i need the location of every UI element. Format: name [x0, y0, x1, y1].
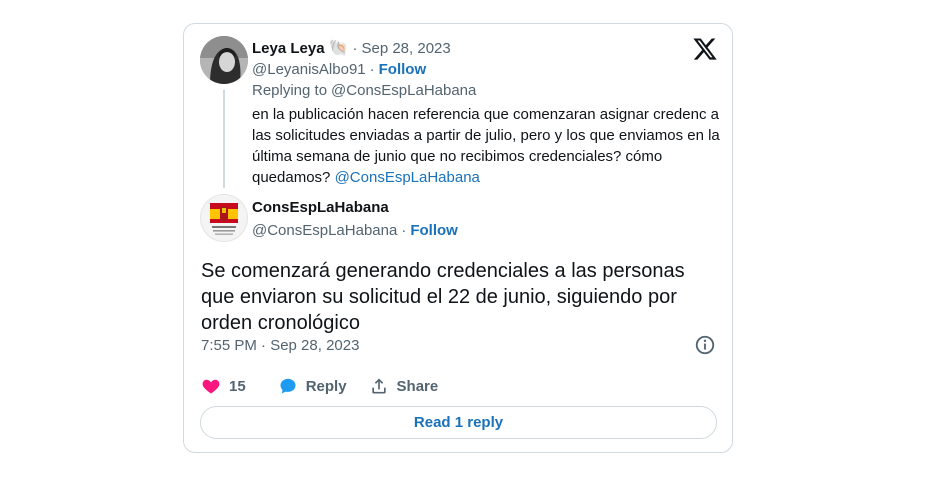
heart-icon [202, 379, 220, 394]
separator: · [369, 61, 375, 78]
share-label: Share [396, 377, 439, 395]
tweet-timestamp[interactable]: 7:55 PM · Sep 28, 2023 [201, 337, 359, 354]
speech-bubble-icon [280, 378, 296, 394]
reply-button[interactable]: Reply [278, 376, 347, 396]
like-count: 15 [229, 377, 246, 395]
author-handle[interactable]: @ConsEspLaHabana [252, 222, 397, 239]
replying-to-prefix: Replying to [252, 82, 328, 99]
read-replies-button[interactable]: Read 1 reply [200, 406, 717, 439]
tweet-embed-card: Leya Leya 🐚 · Sep 28, 2023 @LeyanisAlbo9… [183, 23, 733, 453]
share-upload-icon [371, 378, 386, 394]
follow-button[interactable]: Follow [410, 222, 458, 239]
like-button[interactable]: 15 [201, 376, 246, 396]
reply-body: en la publicación hacen referencia que c… [252, 106, 720, 186]
replying-to-handle[interactable]: @ConsEspLaHabana [331, 82, 476, 99]
tweet-actions: 15 Reply Share [201, 376, 460, 396]
reply-label: Reply [305, 377, 347, 395]
author-handle[interactable]: @LeyanisAlbo91 [252, 61, 366, 78]
separator: · [352, 39, 358, 57]
reply-tweet-text: en la publicación hacen referencia que c… [252, 104, 722, 188]
user-photo [200, 36, 248, 84]
main-tweet-handle-row: @ConsEspLaHabana · Follow [252, 222, 458, 239]
avatar[interactable] [200, 36, 248, 84]
author-name[interactable]: Leya Leya [252, 40, 325, 57]
replying-to: Replying to @ConsEspLaHabana [252, 82, 476, 99]
x-logo-icon[interactable] [692, 36, 718, 62]
separator: · [401, 222, 407, 239]
consulate-logo [201, 195, 247, 241]
mention-link[interactable]: @ConsEspLaHabana [335, 169, 480, 186]
share-button[interactable]: Share [369, 376, 439, 396]
main-tweet-text: Se comenzará generando credenciales a la… [201, 260, 685, 334]
avatar[interactable] [200, 194, 248, 242]
author-name[interactable]: ConsEspLaHabana [252, 199, 389, 216]
follow-button[interactable]: Follow [379, 61, 427, 78]
badge-emoji: 🐚 [328, 40, 349, 57]
info-icon[interactable] [694, 334, 716, 356]
thread-connector [223, 90, 225, 188]
main-tweet-header: ConsEspLaHabana [252, 199, 389, 216]
tweet-date[interactable]: Sep 28, 2023 [361, 40, 450, 57]
reply-tweet-header: Leya Leya 🐚 · Sep 28, 2023 [252, 38, 451, 58]
reply-tweet-handle-row: @LeyanisAlbo91 · Follow [252, 61, 426, 78]
